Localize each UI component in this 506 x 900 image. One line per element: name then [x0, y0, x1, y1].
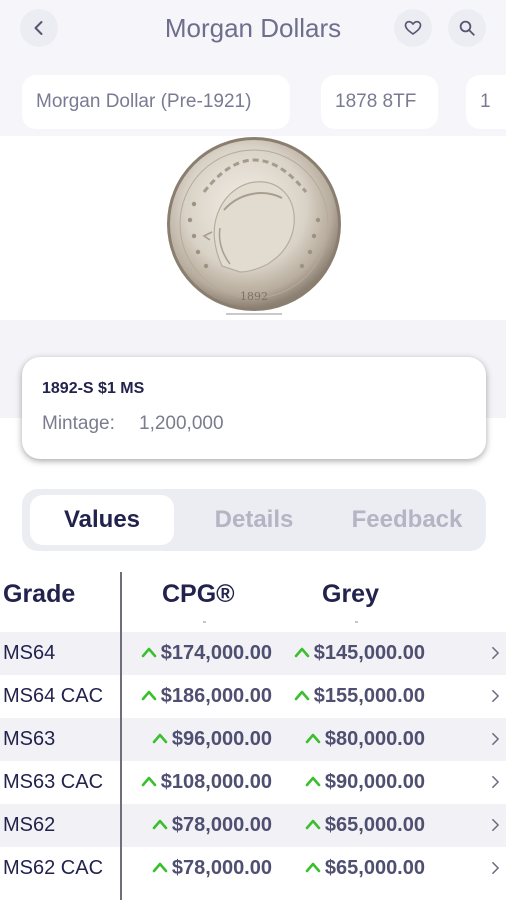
trend-up-icon — [305, 817, 321, 831]
grade-cell: MS62 CAC — [3, 857, 104, 879]
column-header-cpg[interactable]: CPG® — [162, 580, 235, 609]
grey-value: $145,000.00 — [313, 642, 425, 664]
grey-value: $65,000.00 — [324, 814, 425, 836]
trend-up-icon — [152, 731, 168, 745]
search-button[interactable] — [448, 9, 486, 47]
chevron-right-icon[interactable] — [491, 646, 500, 665]
chip-next[interactable]: 1 — [466, 75, 506, 129]
trend-up-icon — [305, 731, 321, 745]
cpg-value: $78,000.00 — [171, 857, 272, 879]
tab-bar: Values Details Feedback — [22, 489, 486, 551]
header-bar: Morgan Dollars Morgan Dollar (Pre-1921) … — [0, 0, 506, 136]
chip-series[interactable]: Morgan Dollar (Pre-1921) — [22, 75, 290, 129]
header-underline-mark — [203, 621, 206, 623]
table-row[interactable]: MS63 $96,000.00 $80,000.00 — [0, 718, 506, 761]
grade-cell: MS63 — [3, 728, 56, 750]
chevron-right-icon[interactable] — [491, 861, 500, 880]
cpg-value: $108,000.00 — [160, 771, 272, 793]
chevron-right-icon[interactable] — [491, 689, 500, 708]
values-table: Grade CPG® Grey MS64 $174,000.00 $145,000.… — [0, 566, 506, 900]
column-header-grade: Grade — [3, 580, 76, 608]
trend-up-icon — [305, 774, 321, 788]
trend-up-icon — [305, 860, 321, 874]
svg-text:1892: 1892 — [240, 290, 268, 303]
favorite-button[interactable] — [394, 9, 432, 47]
cpg-value: $96,000.00 — [171, 728, 272, 750]
chip-variety[interactable]: 1878 8TF — [321, 75, 438, 129]
grey-value: $90,000.00 — [324, 771, 425, 793]
chevron-right-icon[interactable] — [491, 818, 500, 837]
heart-icon — [404, 20, 422, 35]
grey-value: $65,000.00 — [324, 857, 425, 879]
coin-info-card: 1892-S $1 MS Mintage: 1,200,000 — [22, 357, 486, 459]
cpg-value: $78,000.00 — [171, 814, 272, 836]
grade-cell: MS62 — [3, 814, 56, 836]
trend-up-icon — [152, 817, 168, 831]
table-row[interactable]: MS62 CAC $78,000.00 $65,000.00 — [0, 847, 506, 890]
coin-image: 1892 — [167, 137, 341, 315]
coin-name: 1892-S $1 MS — [42, 380, 145, 397]
chevron-right-icon[interactable] — [491, 775, 500, 794]
grade-cell: MS64 — [3, 642, 56, 664]
grey-value: $155,000.00 — [313, 685, 425, 707]
cpg-value: $186,000.00 — [160, 685, 272, 707]
chevron-right-icon[interactable] — [491, 732, 500, 751]
table-row[interactable]: MS64 $174,000.00 $145,000.00 — [0, 632, 506, 675]
grade-cell: MS64 CAC — [3, 685, 104, 707]
header-underline-mark — [355, 621, 358, 623]
grey-value: $80,000.00 — [324, 728, 425, 750]
column-divider — [120, 572, 122, 900]
trend-up-icon — [141, 645, 157, 659]
trend-up-icon — [141, 688, 157, 702]
table-row[interactable]: MS64 CAC $186,000.00 $155,000.00 — [0, 675, 506, 718]
trend-up-icon — [294, 645, 310, 659]
tab-feedback[interactable]: Feedback — [334, 495, 480, 545]
mintage-value: 1,200,000 — [139, 413, 224, 434]
table-row[interactable]: MS63 CAC $108,000.00 $90,000.00 — [0, 761, 506, 804]
search-icon — [459, 20, 475, 36]
mintage-label: Mintage: — [42, 413, 115, 434]
table-row[interactable]: MS62 $78,000.00 $65,000.00 — [0, 804, 506, 847]
trend-up-icon — [294, 688, 310, 702]
column-header-grey[interactable]: Grey — [322, 580, 379, 609]
trend-up-icon — [152, 860, 168, 874]
grade-cell: MS63 CAC — [3, 771, 104, 793]
cpg-value: $174,000.00 — [160, 642, 272, 664]
trend-up-icon — [141, 774, 157, 788]
tab-values[interactable]: Values — [30, 495, 174, 545]
tab-details[interactable]: Details — [186, 495, 322, 545]
coin-image-area: 1892 — [0, 136, 506, 320]
